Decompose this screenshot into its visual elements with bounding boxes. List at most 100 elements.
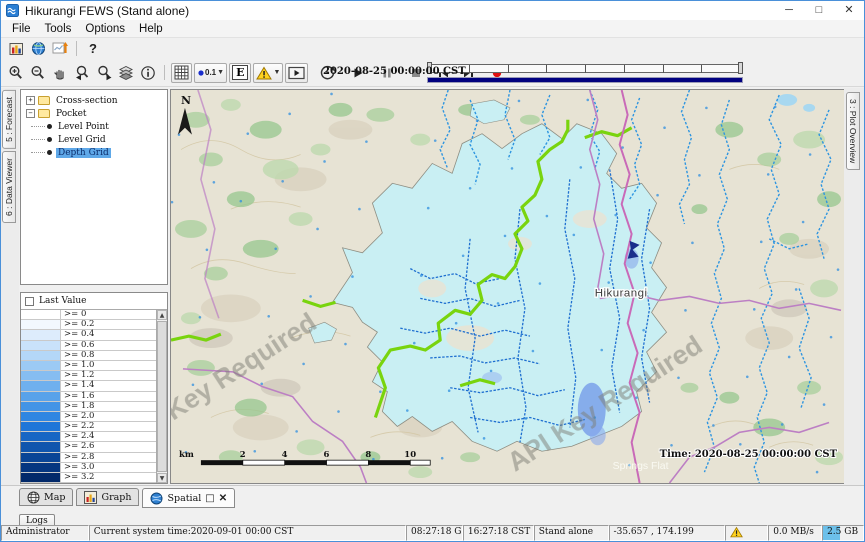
status-system-time: Current system time:2020-09-01 00:00 CST bbox=[89, 525, 406, 541]
minimize-button[interactable]: ─ bbox=[774, 1, 804, 20]
info-button[interactable] bbox=[138, 63, 158, 83]
tree-item-label: Depth Grid bbox=[56, 148, 111, 158]
legend-color-swatch bbox=[21, 473, 61, 482]
legend-class-label: >= 0.2 bbox=[61, 320, 94, 329]
legend-panel: Last Value >= 0>= 0.2>= 0.4>= 0.6>= 0.8>… bbox=[20, 292, 168, 484]
legend-toggle-button[interactable]: E bbox=[229, 63, 251, 83]
chevron-down-icon: ▼ bbox=[217, 69, 224, 76]
zoom-previous-icon bbox=[74, 65, 91, 81]
last-value-checkbox[interactable] bbox=[25, 297, 34, 306]
title-bar: Hikurangi FEWS (Stand alone) ─ □ ✕ bbox=[1, 1, 864, 20]
tree-item-depth-grid[interactable]: Depth Grid bbox=[21, 146, 167, 159]
class-break-threshold-button[interactable]: 0.1 ▼ bbox=[194, 63, 227, 83]
svg-text:N: N bbox=[181, 94, 191, 107]
legend-color-swatch bbox=[21, 442, 61, 451]
legend-color-swatch bbox=[21, 320, 61, 329]
legend-class-label: >= 2.4 bbox=[61, 432, 94, 441]
tab-graph[interactable]: Graph bbox=[76, 488, 139, 506]
tree-item-pocket[interactable]: − Pocket bbox=[21, 107, 167, 120]
menu-bar: FileToolsOptionsHelp bbox=[1, 20, 864, 38]
tab-data-viewer[interactable]: 6 : Data Viewer bbox=[2, 151, 16, 223]
close-button[interactable]: ✕ bbox=[834, 1, 864, 20]
expand-icon[interactable]: + bbox=[26, 96, 35, 105]
timeline-track[interactable] bbox=[429, 64, 741, 73]
bar-chart-icon bbox=[84, 491, 97, 504]
legend-color-swatch bbox=[21, 310, 61, 319]
svg-text:10: 10 bbox=[404, 449, 416, 459]
tab-forecast[interactable]: 5 : Forecast bbox=[2, 90, 16, 149]
status-gmt-time: 08:27:18 GMT bbox=[406, 525, 463, 541]
status-coordinates: -35.657 , 174.199 bbox=[609, 525, 726, 541]
bullet-icon bbox=[47, 124, 52, 129]
zoom-out-button[interactable] bbox=[28, 63, 48, 83]
maximize-button[interactable]: □ bbox=[804, 1, 834, 20]
layers-button[interactable] bbox=[116, 63, 136, 83]
timeseries-dialog-button[interactable] bbox=[50, 39, 70, 59]
zoom-in-button[interactable] bbox=[6, 63, 26, 83]
map-canvas[interactable]: API Key Required API Key Required N km 2… bbox=[171, 90, 844, 483]
grid-display-button[interactable] bbox=[171, 63, 192, 83]
info-icon bbox=[140, 65, 156, 81]
zoom-previous-button[interactable] bbox=[72, 63, 92, 83]
map-toolbar: 0.1 ▼ E ▼ bbox=[1, 59, 864, 87]
scroll-up-icon[interactable]: ▲ bbox=[157, 310, 167, 320]
svg-text:6: 6 bbox=[324, 449, 330, 459]
tree-item-level-point[interactable]: Level Point bbox=[21, 120, 167, 133]
tree-item-label: Level Point bbox=[56, 122, 111, 132]
legend-class-label: >= 3.2 bbox=[61, 473, 94, 482]
svg-text:km: km bbox=[179, 449, 194, 459]
close-panel-icon[interactable]: ✕ bbox=[219, 493, 227, 504]
legend-color-swatch bbox=[21, 453, 61, 462]
help-button[interactable]: ? bbox=[83, 39, 103, 59]
undock-panel-icon[interactable]: □ bbox=[205, 493, 214, 504]
folder-icon bbox=[38, 96, 50, 105]
animation-dialog-button[interactable] bbox=[285, 63, 308, 83]
display-tabs: Map Graph Spatial □ ✕ bbox=[1, 485, 864, 508]
timeline-slider[interactable] bbox=[426, 59, 744, 87]
tab-plot-overview[interactable]: 3 : Plot Overview bbox=[846, 92, 860, 170]
tree-item-level-grid[interactable]: Level Grid bbox=[21, 133, 167, 146]
scrollbar-thumb[interactable] bbox=[157, 321, 167, 472]
legend-class-label: >= 1.4 bbox=[61, 381, 94, 390]
timeline-date: 2020-08-25 00:00:00 CST bbox=[323, 66, 443, 77]
tab-spatial[interactable]: Spatial □ ✕ bbox=[142, 488, 235, 508]
warning-icon bbox=[730, 526, 743, 538]
status-mode: Stand alone bbox=[534, 525, 609, 541]
thresholds-warning-button[interactable]: ▼ bbox=[253, 63, 283, 83]
collapse-icon[interactable]: − bbox=[26, 109, 35, 118]
folder-icon bbox=[38, 109, 50, 118]
database-chart-icon bbox=[9, 42, 24, 56]
status-bar: Administrator Current system time:2020-0… bbox=[1, 525, 864, 541]
menu-item-tools[interactable]: Tools bbox=[38, 22, 79, 36]
zoom-next-button[interactable] bbox=[94, 63, 114, 83]
status-user: Administrator bbox=[1, 525, 89, 541]
tree-item-cross-section[interactable]: +Cross-section bbox=[21, 94, 167, 107]
tab-graph-label: Graph bbox=[101, 492, 131, 503]
menu-item-file[interactable]: File bbox=[5, 22, 38, 36]
threshold-value: 0.1 bbox=[205, 68, 216, 77]
menu-item-help[interactable]: Help bbox=[132, 22, 170, 36]
scroll-down-icon[interactable]: ▼ bbox=[157, 473, 167, 483]
legend-class-label: >= 3.0 bbox=[61, 463, 94, 472]
map-display-button[interactable] bbox=[28, 39, 48, 59]
tab-map[interactable]: Map bbox=[19, 488, 73, 506]
timeline-range-bar[interactable] bbox=[427, 77, 743, 83]
tab-map-label: Map bbox=[44, 492, 65, 503]
status-warning[interactable] bbox=[725, 525, 768, 541]
timeline-end-handle[interactable] bbox=[738, 62, 743, 74]
legend-class-label: >= 0.4 bbox=[61, 330, 94, 339]
tree-item-label: Pocket bbox=[54, 109, 89, 119]
database-viewer-button[interactable] bbox=[6, 39, 26, 59]
legend-header: Last Value bbox=[21, 293, 167, 310]
pan-button[interactable] bbox=[50, 63, 70, 83]
legend-class-label: >= 0.8 bbox=[61, 351, 94, 360]
legend-list: >= 0>= 0.2>= 0.4>= 0.6>= 0.8>= 1.0>= 1.2… bbox=[21, 310, 167, 483]
map-viewport[interactable]: API Key Required API Key Required N km 2… bbox=[170, 89, 845, 484]
svg-text:8: 8 bbox=[365, 449, 371, 459]
last-value-label: Last Value bbox=[39, 296, 86, 306]
status-network-rate: 0.0 MB/s bbox=[768, 525, 822, 541]
label-springs-flat: Springs Flat bbox=[613, 461, 669, 472]
legend-scrollbar[interactable]: ▲ ▼ bbox=[156, 310, 167, 483]
menu-item-options[interactable]: Options bbox=[78, 22, 132, 36]
legend-class-label: >= 1.6 bbox=[61, 392, 94, 401]
